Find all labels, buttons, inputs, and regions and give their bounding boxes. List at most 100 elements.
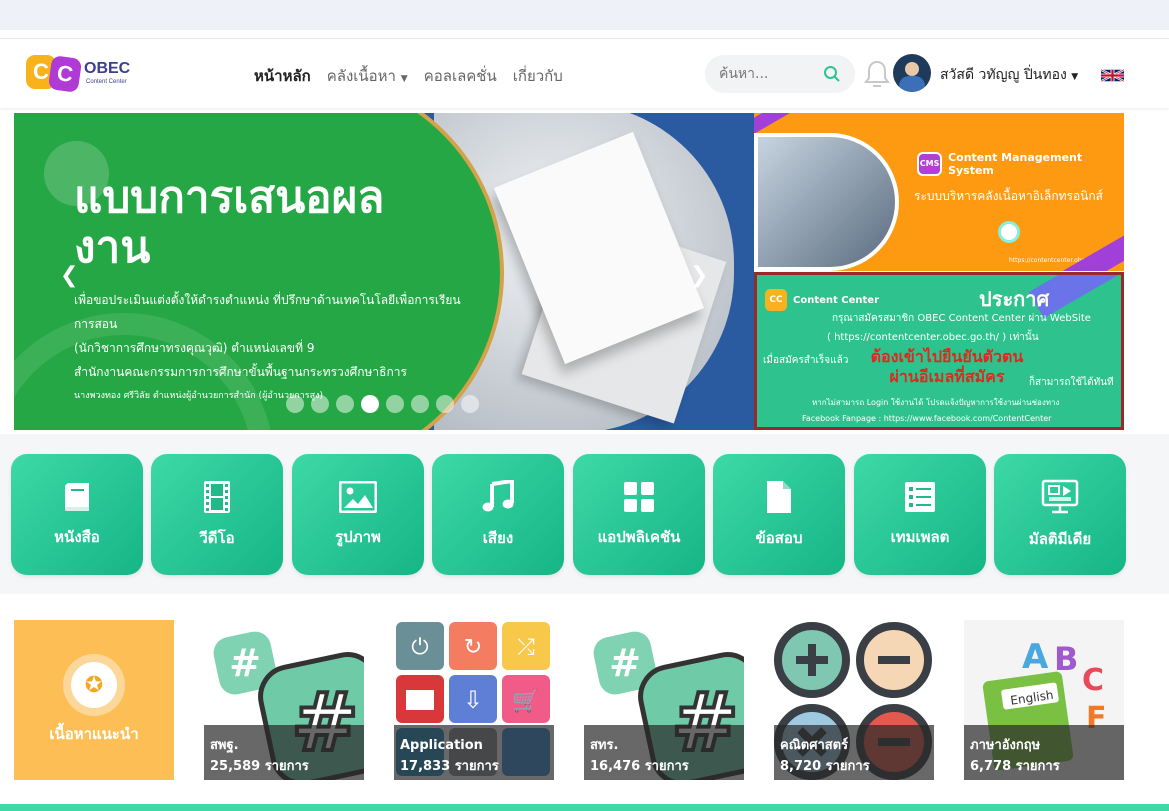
award-icon: ✪	[63, 654, 125, 716]
category-application[interactable]: แอปพลิเคชัน	[573, 454, 705, 575]
notice-line: กรุณาสมัครสมาชิก OBEC Content Center ผ่า…	[832, 313, 1091, 324]
notice-banner[interactable]: CC Content Center ประกาศ กรุณาสมัครสมาชิก…	[754, 272, 1124, 430]
avatar[interactable]	[893, 54, 931, 92]
hero-desc-line: สำนักงานคณะกรรมการการศึกษาขั้นพื้นฐานกระ…	[74, 365, 407, 379]
category-template[interactable]: เทมเพลต	[854, 454, 986, 575]
notice-line: ก็สามารถใช้ได้ทันที	[1029, 377, 1114, 388]
list-icon	[905, 481, 935, 512]
collection-count: 8,720 รายการ	[780, 759, 870, 774]
notice-brand-text: Content Center	[793, 294, 880, 306]
cc-badge: CC	[765, 289, 787, 311]
apps-icon	[624, 481, 654, 512]
notice-brand: CC Content Center	[765, 289, 879, 311]
collection-tile[interactable]: A B C English F ภาษาอังกฤษ 6,778 รายการ	[964, 620, 1124, 780]
category-audio[interactable]: เสียง	[432, 454, 564, 575]
notice-line: หากไม่สามารถ Login ใช้งานได้ โปรดแจ้งปัญ…	[812, 398, 1060, 407]
carousel-next-icon[interactable]: ❯	[690, 263, 708, 288]
carousel-dot[interactable]	[411, 395, 429, 413]
svg-text:A: A	[1022, 637, 1049, 677]
category-label: ข้อสอบ	[755, 528, 803, 547]
cms-banner[interactable]: CMS Content Management System ระบบบริหารค…	[754, 113, 1124, 271]
carousel-dot[interactable]	[336, 395, 354, 413]
collection-count: 17,833 รายการ	[400, 759, 499, 774]
search-box[interactable]: ค้นหา...	[705, 55, 855, 93]
multimedia-icon	[1041, 479, 1079, 513]
collection-count: 25,589 รายการ	[210, 759, 309, 774]
svg-text:⇩: ⇩	[463, 686, 483, 714]
collection-count: 16,476 รายการ	[590, 759, 689, 774]
svg-text:#: #	[609, 641, 641, 685]
collection-tile[interactable]: คณิตศาสตร์ 8,720 รายการ	[774, 620, 934, 780]
collection-name: Application	[400, 738, 483, 753]
image-icon	[339, 480, 377, 513]
uk-flag-icon[interactable]	[1101, 68, 1124, 83]
notice-line: เมื่อสมัครสำเร็จแล้ว	[763, 355, 849, 366]
menu-content-library-label: คลังเนื้อหา	[326, 67, 396, 85]
globe-icon	[998, 221, 1020, 243]
collection-name: สพฐ.	[210, 738, 239, 753]
cms-photo	[754, 133, 899, 271]
cms-badge: CMS	[917, 152, 943, 176]
carousel-indicators	[286, 395, 479, 413]
cms-title-text: Content Management System	[948, 151, 1083, 177]
category-book[interactable]: หนังสือ	[11, 454, 143, 575]
hero-desc-line: (นักวิชาการศึกษาทรงคุณวุฒิ) ตำแหน่งเลขที…	[74, 341, 315, 355]
collection-caption: คณิตศาสตร์ 8,720 รายการ	[774, 725, 934, 780]
collection-tile[interactable]: # # สทร. 16,476 รายการ	[584, 620, 744, 780]
category-label: มัลติมีเดีย	[1028, 529, 1092, 548]
logo-letter-c2: C	[47, 55, 83, 93]
category-video[interactable]: วีดีโอ	[151, 454, 283, 575]
cms-subtitle: ระบบบริหารคลังเนื้อหาอิเล็กทรอนิกส์	[914, 189, 1103, 203]
carousel-dot[interactable]	[311, 395, 329, 413]
hero-carousel[interactable]: แบบการเสนอผลงาน เพื่อขอประเมินแต่งตั้งให…	[14, 113, 754, 430]
user-name: สวัสดี วทัญญู ปิ่นทอง	[940, 67, 1067, 83]
caret-down-icon: ▼	[1071, 72, 1079, 82]
hero-title: แบบการเสนอผลงาน	[74, 172, 385, 273]
carousel-dot[interactable]	[436, 395, 454, 413]
svg-text:#: #	[229, 641, 261, 685]
menu-collections[interactable]: คอลเลคชั่น	[424, 64, 497, 88]
search-icon[interactable]	[823, 65, 841, 83]
category-multimedia[interactable]: มัลติมีเดีย	[994, 454, 1126, 575]
carousel-dot[interactable]	[386, 395, 404, 413]
category-exam[interactable]: ข้อสอบ	[713, 454, 845, 575]
document-icon	[767, 480, 791, 513]
hero-desc-line: เพื่อขอประเมินแต่งตั้งให้ดำรงตำแหน่ง ที่…	[74, 293, 461, 331]
svg-text:⤮: ⤮	[517, 635, 535, 660]
svg-text:↻: ↻	[464, 635, 482, 660]
collection-name: สทร.	[590, 738, 619, 753]
carousel-dot[interactable]	[461, 395, 479, 413]
carousel-prev-icon[interactable]: ❮	[60, 263, 78, 288]
collection-tile[interactable]: ⏻ ↻ ⤮ ⇩ 🛒 Application 17,833 รายการ	[394, 620, 554, 780]
category-image[interactable]: รูปภาพ	[292, 454, 424, 575]
notice-highlight: ต้องเข้าไปยืนยันตัวตน ผ่านอีเมลที่สมัคร	[847, 347, 1047, 387]
user-menu[interactable]: สวัสดี วทัญญู ปิ่นทอง ▼	[940, 64, 1078, 86]
site-logo[interactable]: C C OBEC Content Center	[26, 55, 136, 93]
collection-caption: Application 17,833 รายการ	[394, 725, 554, 780]
collection-name: คณิตศาสตร์	[780, 738, 849, 753]
notice-highlight-line: ผ่านอีเมลที่สมัคร	[889, 367, 1005, 386]
menu-home[interactable]: หน้าหลัก	[254, 64, 311, 88]
svg-text:⏻: ⏻	[411, 635, 428, 660]
notice-highlight-line: ต้องเข้าไปยืนยันตัวตน	[870, 347, 1024, 366]
notice-line: Facebook Fanpage : https://www.facebook.…	[802, 414, 1052, 423]
svg-text:🛒: 🛒	[512, 688, 539, 714]
category-label: เสียง	[482, 528, 514, 547]
carousel-dot[interactable]	[286, 395, 304, 413]
search-input[interactable]: ค้นหา...	[719, 63, 768, 85]
logo-tagline: Content Center	[86, 79, 127, 85]
category-label: เทมเพลต	[890, 527, 950, 546]
cms-title: CMS Content Management System	[917, 151, 1124, 177]
browser-top-strip	[0, 0, 1169, 30]
caret-down-icon: ▼	[400, 74, 408, 84]
bell-icon[interactable]	[864, 59, 890, 89]
footer-accent-strip	[0, 804, 1169, 811]
category-label: แอปพลิเคชัน	[597, 527, 681, 546]
featured-content-tile[interactable]: ✪ เนื้อหาแนะนำ	[14, 620, 174, 780]
menu-about[interactable]: เกี่ยวกับ	[513, 64, 563, 88]
category-label: วีดีโอ	[199, 528, 235, 547]
menu-content-library[interactable]: คลังเนื้อหา ▼	[327, 64, 408, 88]
collection-tile[interactable]: # # สพฐ. 25,589 รายการ	[204, 620, 364, 780]
music-icon	[482, 479, 514, 511]
carousel-dot-active[interactable]	[361, 395, 379, 413]
